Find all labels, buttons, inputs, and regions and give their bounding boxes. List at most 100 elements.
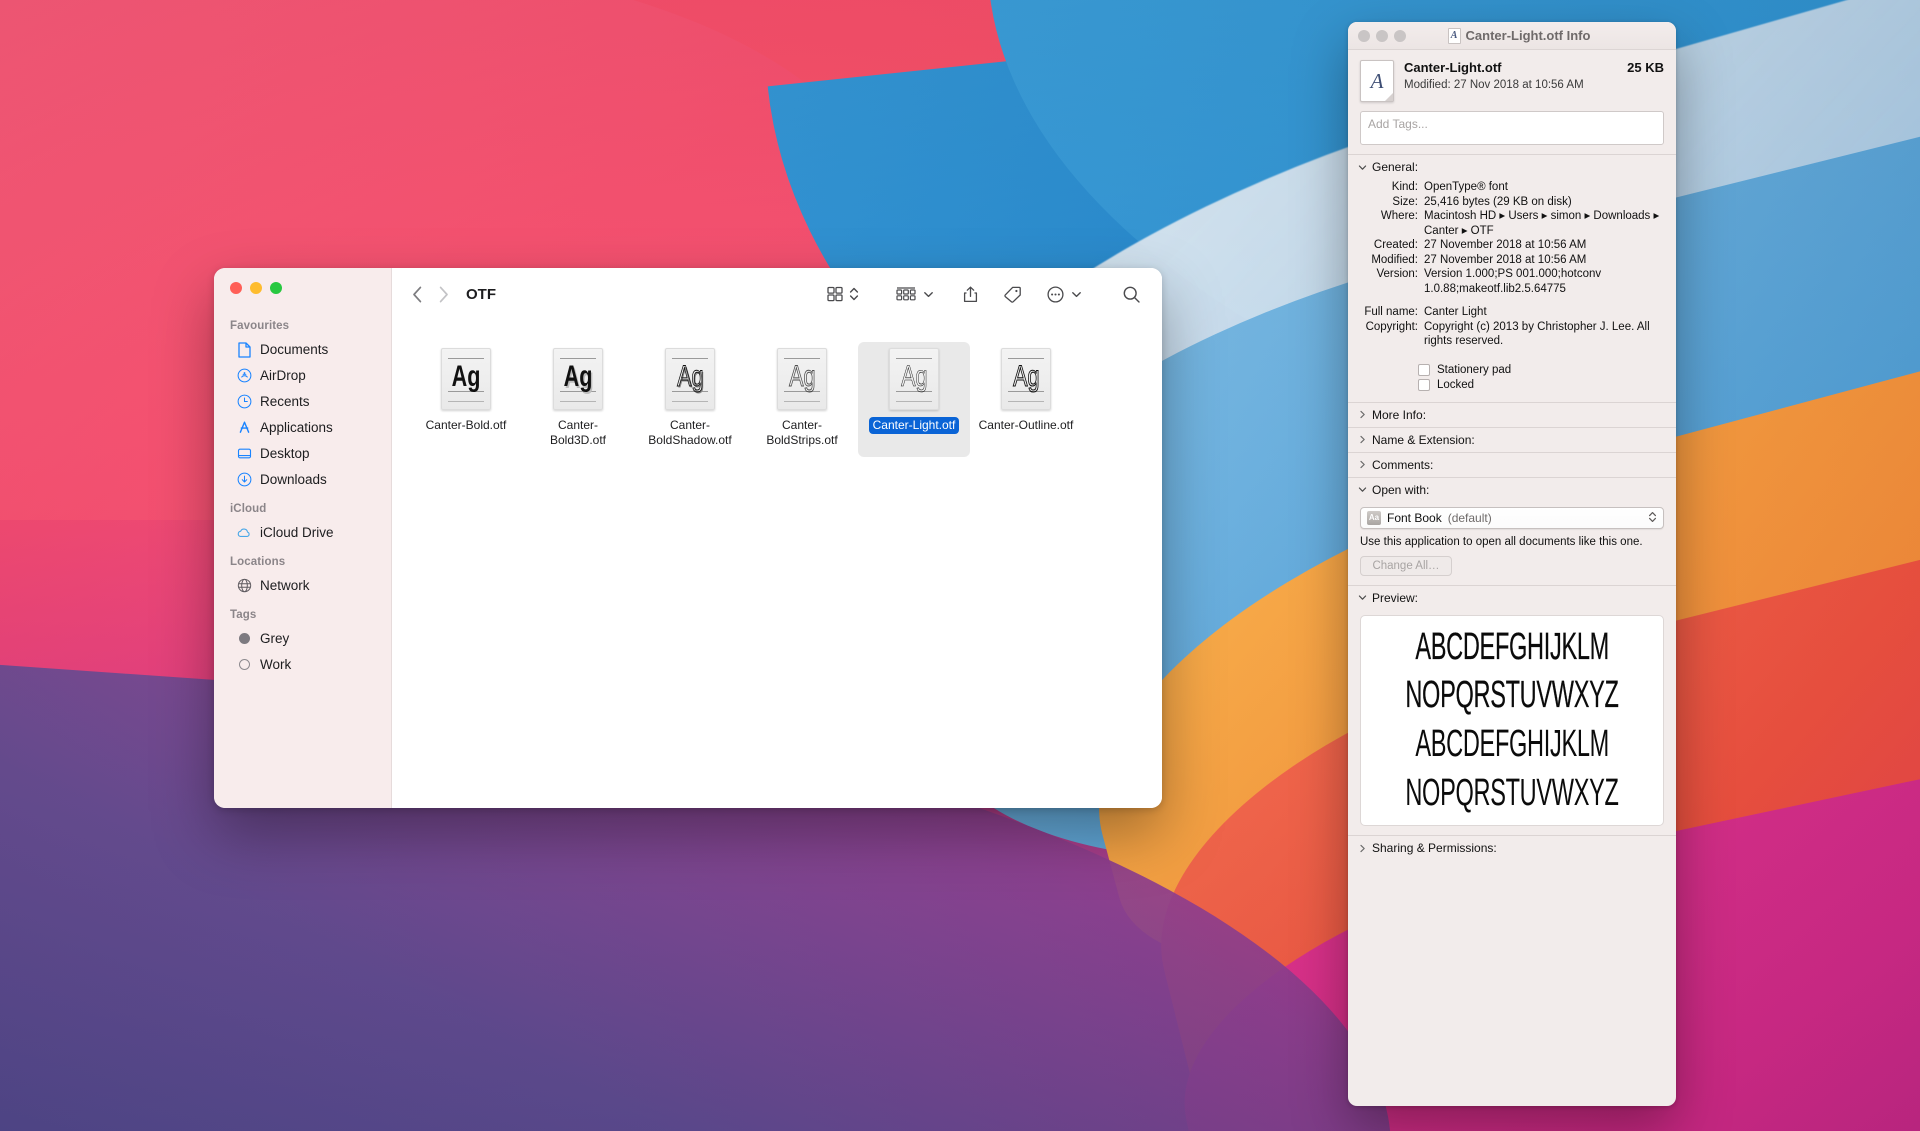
detail-value: Macintosh HD ▸ Users ▸ simon ▸ Downloads… — [1424, 210, 1660, 237]
detail-key: Full name: — [1364, 306, 1418, 318]
font-file-icon: Ag — [1001, 348, 1051, 410]
sidebar-item-airdrop[interactable]: AirDrop — [220, 363, 383, 388]
zoom-button[interactable] — [270, 282, 282, 294]
info-content: A Canter-Light.otf Modified: 27 Nov 2018… — [1348, 50, 1676, 1106]
change-all-button[interactable]: Change All… — [1360, 555, 1452, 576]
default-app-suffix: (default) — [1447, 510, 1492, 525]
section-general-header[interactable]: General: — [1348, 154, 1676, 179]
info-file-size: 25 KB — [1627, 60, 1664, 75]
general-details: Kind: OpenType® font Size: 25,416 bytes … — [1348, 179, 1676, 357]
info-window[interactable]: A Canter-Light.otf Info A Canter-Light.o… — [1348, 22, 1676, 1106]
file-label: Canter-BoldShadow.otf — [648, 418, 732, 447]
font-book-icon: Aa — [1367, 510, 1381, 525]
default-app-select[interactable]: Aa Font Book (default) — [1360, 506, 1664, 529]
file-item[interactable]: Ag Canter-BoldShadow.otf — [634, 342, 746, 457]
share-button[interactable] — [955, 280, 986, 308]
detail-row-where: Where: Macintosh HD ▸ Users ▸ simon ▸ Do… — [1360, 209, 1664, 238]
detail-row-full-name: Full name: Canter Light — [1360, 305, 1664, 320]
more-ellipsis-icon — [1046, 285, 1065, 304]
checkbox-box[interactable] — [1418, 363, 1430, 376]
file-label: Canter-Bold.otf — [425, 418, 507, 432]
section-label: Comments: — [1372, 457, 1434, 472]
minimize-button[interactable] — [250, 282, 262, 294]
share-icon — [962, 285, 979, 304]
sidebar-item-desktop[interactable]: Desktop — [220, 441, 383, 466]
font-file-icon: Ag — [889, 348, 939, 410]
info-filename: Canter-Light.otf — [1404, 60, 1502, 75]
finder-window[interactable]: Favourites Documents AirDrop Recents App… — [214, 268, 1162, 808]
desktop: Favourites Documents AirDrop Recents App… — [0, 0, 1920, 1131]
detail-value: 27 November 2018 at 10:56 AM — [1424, 239, 1587, 251]
detail-key: Version: — [1376, 268, 1418, 280]
section-label: Preview: — [1372, 590, 1419, 605]
info-titlebar[interactable]: A Canter-Light.otf Info — [1348, 22, 1676, 50]
tag-icon — [1003, 285, 1022, 304]
downloads-icon — [236, 472, 252, 488]
file-item[interactable]: Ag Canter-Bold3D.otf — [522, 342, 634, 457]
close-button[interactable] — [230, 282, 242, 294]
sidebar-item-applications[interactable]: Applications — [220, 415, 383, 440]
checkbox-stationery-pad[interactable]: Stationery pad — [1418, 363, 1664, 376]
search-button[interactable] — [1115, 280, 1148, 308]
select-chevrons-icon — [1648, 510, 1657, 526]
sidebar-item-network[interactable]: Network — [220, 573, 383, 598]
more-actions-button[interactable] — [1039, 280, 1089, 308]
back-button[interactable] — [404, 281, 430, 307]
chevron-down-icon — [1358, 163, 1367, 172]
general-checkboxes: Stationery pad Locked — [1348, 357, 1676, 402]
sidebar-item-label: Network — [260, 578, 310, 593]
font-document-icon: A — [1360, 60, 1394, 102]
sort-chevrons-icon — [849, 285, 859, 303]
section-preview-header[interactable]: Preview: — [1348, 584, 1676, 610]
detail-value: Copyright (c) 2013 by Christopher J. Lee… — [1424, 320, 1650, 348]
file-item[interactable]: Ag Canter-BoldStrips.otf — [746, 342, 858, 457]
checkbox-locked[interactable]: Locked — [1418, 378, 1664, 391]
section-name-extension-header[interactable]: Name & Extension: — [1348, 426, 1676, 452]
sidebar-item-downloads[interactable]: Downloads — [220, 467, 383, 492]
section-sharing-header[interactable]: Sharing & Permissions: — [1348, 835, 1676, 860]
grid-view-icon — [826, 285, 844, 303]
file-item[interactable]: Ag Canter-Bold.otf — [410, 342, 522, 457]
open-with-body: Aa Font Book (default) Use this applicat… — [1348, 502, 1676, 585]
checkbox-box[interactable] — [1418, 378, 1430, 391]
chevron-down-icon — [1358, 485, 1367, 494]
sidebar-item-icloud-drive[interactable]: iCloud Drive — [220, 520, 383, 545]
detail-key: Created: — [1373, 239, 1418, 251]
sidebar-item-label: Work — [260, 657, 292, 672]
add-tags-input[interactable]: Add Tags... — [1360, 111, 1664, 145]
chevron-down-icon — [923, 289, 934, 300]
font-preview: ABCDEFGHIJKLM NOPQRSTUVWXYZ ABCDEFGHIJKL… — [1360, 614, 1664, 827]
detail-key: Kind: — [1391, 181, 1418, 193]
file-label: Canter-Bold3D.otf — [549, 418, 607, 447]
view-options-button[interactable] — [819, 280, 866, 308]
sidebar-item-label: Desktop — [260, 446, 310, 461]
specimen-line: NOPQRSTUVWXYZ — [1405, 772, 1619, 815]
tag-button[interactable] — [996, 280, 1029, 308]
close-button[interactable] — [1358, 29, 1370, 42]
group-by-button[interactable] — [888, 280, 941, 308]
finder-main: OTF Ag Canter-Bold.otf Ag Canter-Bold3D.… — [392, 268, 1162, 808]
sidebar-item-label: Documents — [260, 342, 329, 357]
finder-traffic-lights[interactable] — [230, 282, 282, 294]
section-more-info-header[interactable]: More Info: — [1348, 401, 1676, 427]
section-comments-header[interactable]: Comments: — [1348, 451, 1676, 477]
sidebar-item-label: Applications — [260, 420, 333, 435]
sidebar-item-recents[interactable]: Recents — [220, 389, 383, 414]
section-open-with-header[interactable]: Open with: — [1348, 476, 1676, 502]
info-window-title: Canter-Light.otf Info — [1465, 28, 1591, 43]
sidebar-item-documents[interactable]: Documents — [220, 337, 383, 362]
forward-button[interactable] — [430, 281, 456, 307]
section-label: Sharing & Permissions: — [1372, 841, 1497, 856]
font-specimen: Ag — [563, 360, 593, 393]
sidebar-item-tag-work[interactable]: Work — [220, 652, 383, 677]
chevron-down-icon — [1358, 593, 1367, 602]
info-file-header: A Canter-Light.otf Modified: 27 Nov 2018… — [1348, 50, 1676, 111]
font-specimen: Ag — [1012, 360, 1040, 393]
file-item[interactable]: Ag Canter-Outline.otf — [970, 342, 1082, 457]
sidebar-item-tag-grey[interactable]: Grey — [220, 626, 383, 651]
document-icon — [236, 341, 252, 358]
file-item-selected[interactable]: Ag Canter-Light.otf — [858, 342, 970, 457]
sidebar-section-icloud-title: iCloud — [230, 503, 267, 515]
sidebar-item-label: Recents — [260, 394, 310, 409]
detail-key: Size: — [1392, 195, 1418, 208]
